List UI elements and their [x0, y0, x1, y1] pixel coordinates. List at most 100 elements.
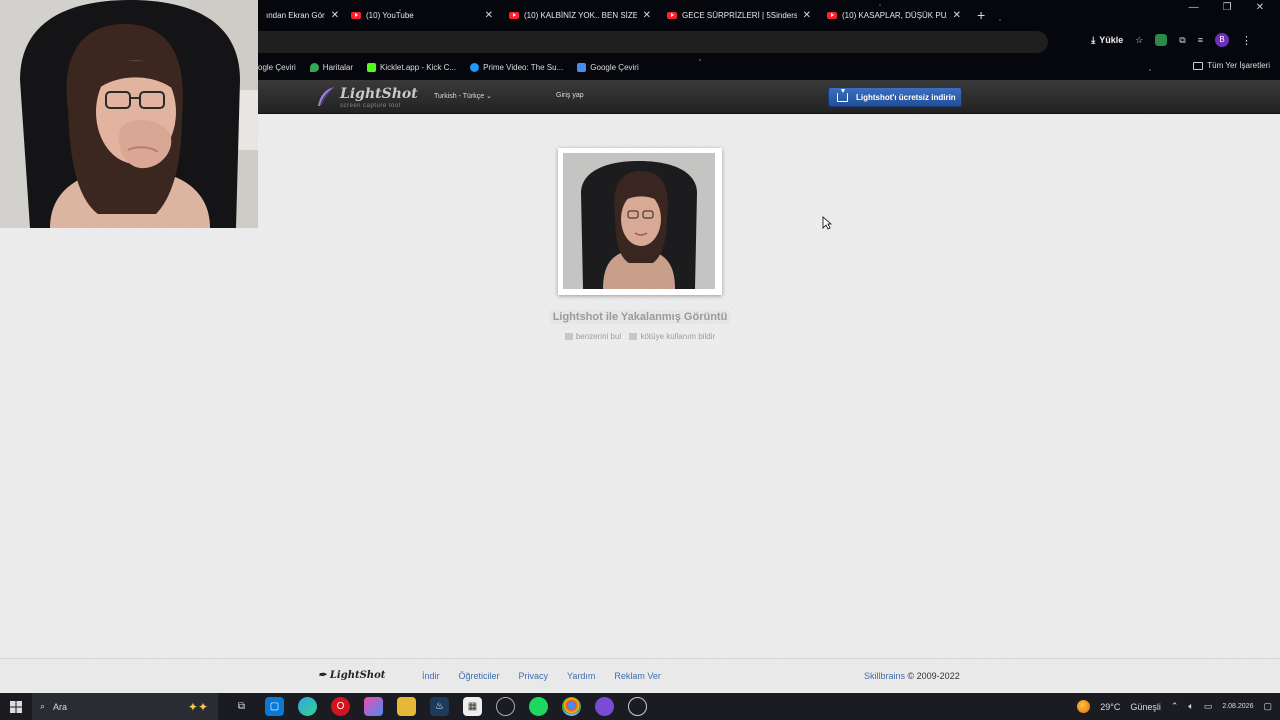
install-label: Yükle [1099, 35, 1124, 45]
footer-link-advertise[interactable]: Reklam Ver [614, 671, 661, 681]
bookmark-label: Kicklet.app - Kick C... [380, 62, 457, 72]
extensions-puzzle-icon[interactable]: ⧉ [1179, 35, 1185, 46]
kicklet-icon [367, 62, 377, 72]
close-window-icon[interactable]: ✕ [1256, 2, 1264, 13]
tab-strip: ından Ekran Gör ✕ (10) YouTube ✕ (10) KA… [258, 2, 985, 28]
bookmark-item[interactable]: Prime Video: The Su... [470, 62, 563, 72]
browser-tab[interactable]: (10) KASAPLAR, DÜŞÜK PUANL ✕ [819, 3, 969, 27]
footer-link-download[interactable]: İndir [422, 671, 440, 681]
close-tab-icon[interactable]: ✕ [797, 10, 811, 21]
tab-title: ından Ekran Gör [266, 10, 325, 20]
footer-logo-text: LightShot [329, 670, 386, 681]
download-lightshot-button[interactable]: Lightshot'ı ücretsiz indirin [828, 87, 962, 107]
weather-description[interactable]: Güneşli [1130, 702, 1161, 712]
youtube-icon [351, 11, 361, 19]
copyright: Skillbrains © 2009-2022 [864, 671, 960, 681]
bookmark-item[interactable]: Haritalar [309, 62, 353, 72]
clock[interactable]: 2.08.2026 [1222, 702, 1253, 711]
report-abuse-label: kötüye kullanım bildir [640, 332, 716, 341]
search-placeholder: Ara [53, 701, 68, 712]
bookmark-item[interactable]: Kicklet.app - Kick C... [367, 62, 457, 72]
lightshot-logo[interactable]: LightShot screen capture tool [316, 85, 418, 109]
footer-logo[interactable]: ✒ LightShot [318, 670, 385, 681]
tab-title: (10) YouTube [366, 10, 414, 20]
bookmark-item[interactable]: Google Çeviri [577, 62, 639, 72]
close-tab-icon[interactable]: ✕ [325, 10, 339, 21]
toolbar-actions: ⤓ Yükle ☆ ⧉ ≡ B ⋮ [1091, 33, 1252, 47]
google-translate-icon [577, 62, 587, 72]
discord-icon[interactable] [595, 697, 614, 716]
address-bar[interactable] [258, 31, 1048, 53]
spotify-icon[interactable] [529, 697, 548, 716]
tab-title: GECE SÜRPRİZLERİ | 5Sinders | [682, 10, 797, 20]
browser-app-icon[interactable] [496, 697, 515, 716]
find-similar-label: benzerini bul [575, 332, 622, 341]
search-icon: ⌕ [40, 701, 46, 711]
download-button-label: Lightshot'ı ücretsiz indirin [856, 92, 956, 102]
date-text: 2.08.2026 [1222, 703, 1254, 710]
report-abuse-link[interactable]: kötüye kullanım bildir [629, 332, 715, 341]
all-bookmarks-button[interactable]: Tüm Yer İşaretleri [1193, 61, 1270, 70]
feather-icon [318, 86, 335, 106]
footer-link-tutorials[interactable]: Öğreticiler [459, 671, 500, 681]
close-tab-icon[interactable]: ✕ [947, 10, 961, 21]
calendar-icon[interactable]: ▦ [463, 697, 482, 716]
task-view-icon[interactable]: ⧉ [232, 697, 251, 716]
image-caption: Lightshot ile Yakalanmış Görüntü [0, 310, 1280, 324]
sparkle-icon: ✦✦ [187, 699, 208, 714]
logo-text: LightShot [340, 86, 418, 102]
steam-icon[interactable]: ♨ [430, 697, 449, 716]
screenshot-frame[interactable] [558, 148, 722, 295]
find-similar-link[interactable]: benzerini bul [564, 332, 624, 341]
install-app-button[interactable]: ⤓ Yükle [1091, 35, 1123, 46]
webcam-overlay [0, 0, 258, 228]
browser-tab[interactable]: (10) KALBİNİZ YOK.. BEN SİZE N ✕ [501, 3, 659, 27]
display-icon[interactable]: ▭ [1204, 701, 1213, 712]
skillbrains-link[interactable]: Skillbrains [864, 671, 905, 681]
browser-menu-icon[interactable]: ⋮ [1241, 34, 1252, 47]
browser-tab[interactable]: ından Ekran Gör ✕ [258, 3, 343, 27]
notification-icon[interactable]: ▢ [1263, 701, 1272, 712]
youtube-icon [509, 11, 519, 19]
browser-toolbar: ⤓ Yükle ☆ ⧉ ≡ B ⋮ [258, 30, 1280, 54]
bookmarks-bar: ogle Çeviri Haritalar Kicklet.app - Kick… [258, 58, 1280, 76]
minimize-icon[interactable]: — [1189, 2, 1199, 13]
tab-title: (10) KASAPLAR, DÜŞÜK PUANL [842, 10, 947, 20]
edge-icon[interactable] [298, 697, 317, 716]
windows-taskbar: ⌕ Ara ✦✦ ⧉ ▢ O ♨ ▦ 29°C Güneşli ⌃ 🔈︎ ▭ 2… [0, 693, 1280, 720]
bookmark-item[interactable]: ogle Çeviri [258, 63, 296, 72]
file-explorer-icon[interactable] [397, 697, 416, 716]
footer-link-help[interactable]: Yardım [567, 671, 595, 681]
language-selector[interactable]: Turkish - Türkçe ⌄ [434, 92, 492, 100]
opera-icon[interactable]: O [331, 697, 350, 716]
store-icon[interactable]: ▢ [265, 697, 284, 716]
reading-list-icon[interactable]: ≡ [1198, 35, 1203, 45]
chevron-up-icon[interactable]: ⌃ [1171, 701, 1179, 712]
bookmark-label: ogle Çeviri [258, 62, 296, 72]
browser-tab[interactable]: (10) YouTube ✕ [343, 3, 501, 27]
taskbar-search[interactable]: ⌕ Ara ✦✦ [32, 693, 218, 720]
volume-icon[interactable]: 🔈︎ [1188, 701, 1193, 712]
browser-tab[interactable]: GECE SÜRPRİZLERİ | 5Sinders | ✕ [659, 3, 819, 27]
youtube-icon [667, 11, 677, 19]
close-tab-icon[interactable]: ✕ [479, 10, 493, 21]
screenshot-image[interactable] [563, 153, 715, 289]
extension-icon[interactable] [1155, 34, 1168, 46]
profile-avatar[interactable]: B [1215, 33, 1229, 47]
maps-pin-icon [309, 62, 319, 72]
close-tab-icon[interactable]: ✕ [637, 10, 651, 21]
footer-link-privacy[interactable]: Privacy [519, 671, 549, 681]
restore-icon[interactable]: ❐ [1223, 2, 1232, 13]
language-label: Turkish - Türkçe [434, 93, 485, 100]
chrome-icon[interactable] [562, 697, 581, 716]
bookmark-star-icon[interactable]: ☆ [1135, 35, 1143, 46]
start-button[interactable] [0, 700, 32, 713]
obs-icon[interactable] [628, 697, 647, 716]
new-tab-button[interactable]: + [977, 7, 985, 23]
weather-temperature[interactable]: 29°C [1100, 702, 1120, 712]
all-bookmarks-label: Tüm Yer İşaretleri [1207, 61, 1270, 70]
copilot-icon[interactable] [364, 697, 383, 716]
login-link[interactable]: Giriş yap [556, 92, 584, 99]
webcam-video [0, 0, 258, 228]
windows-logo-icon [10, 700, 22, 713]
